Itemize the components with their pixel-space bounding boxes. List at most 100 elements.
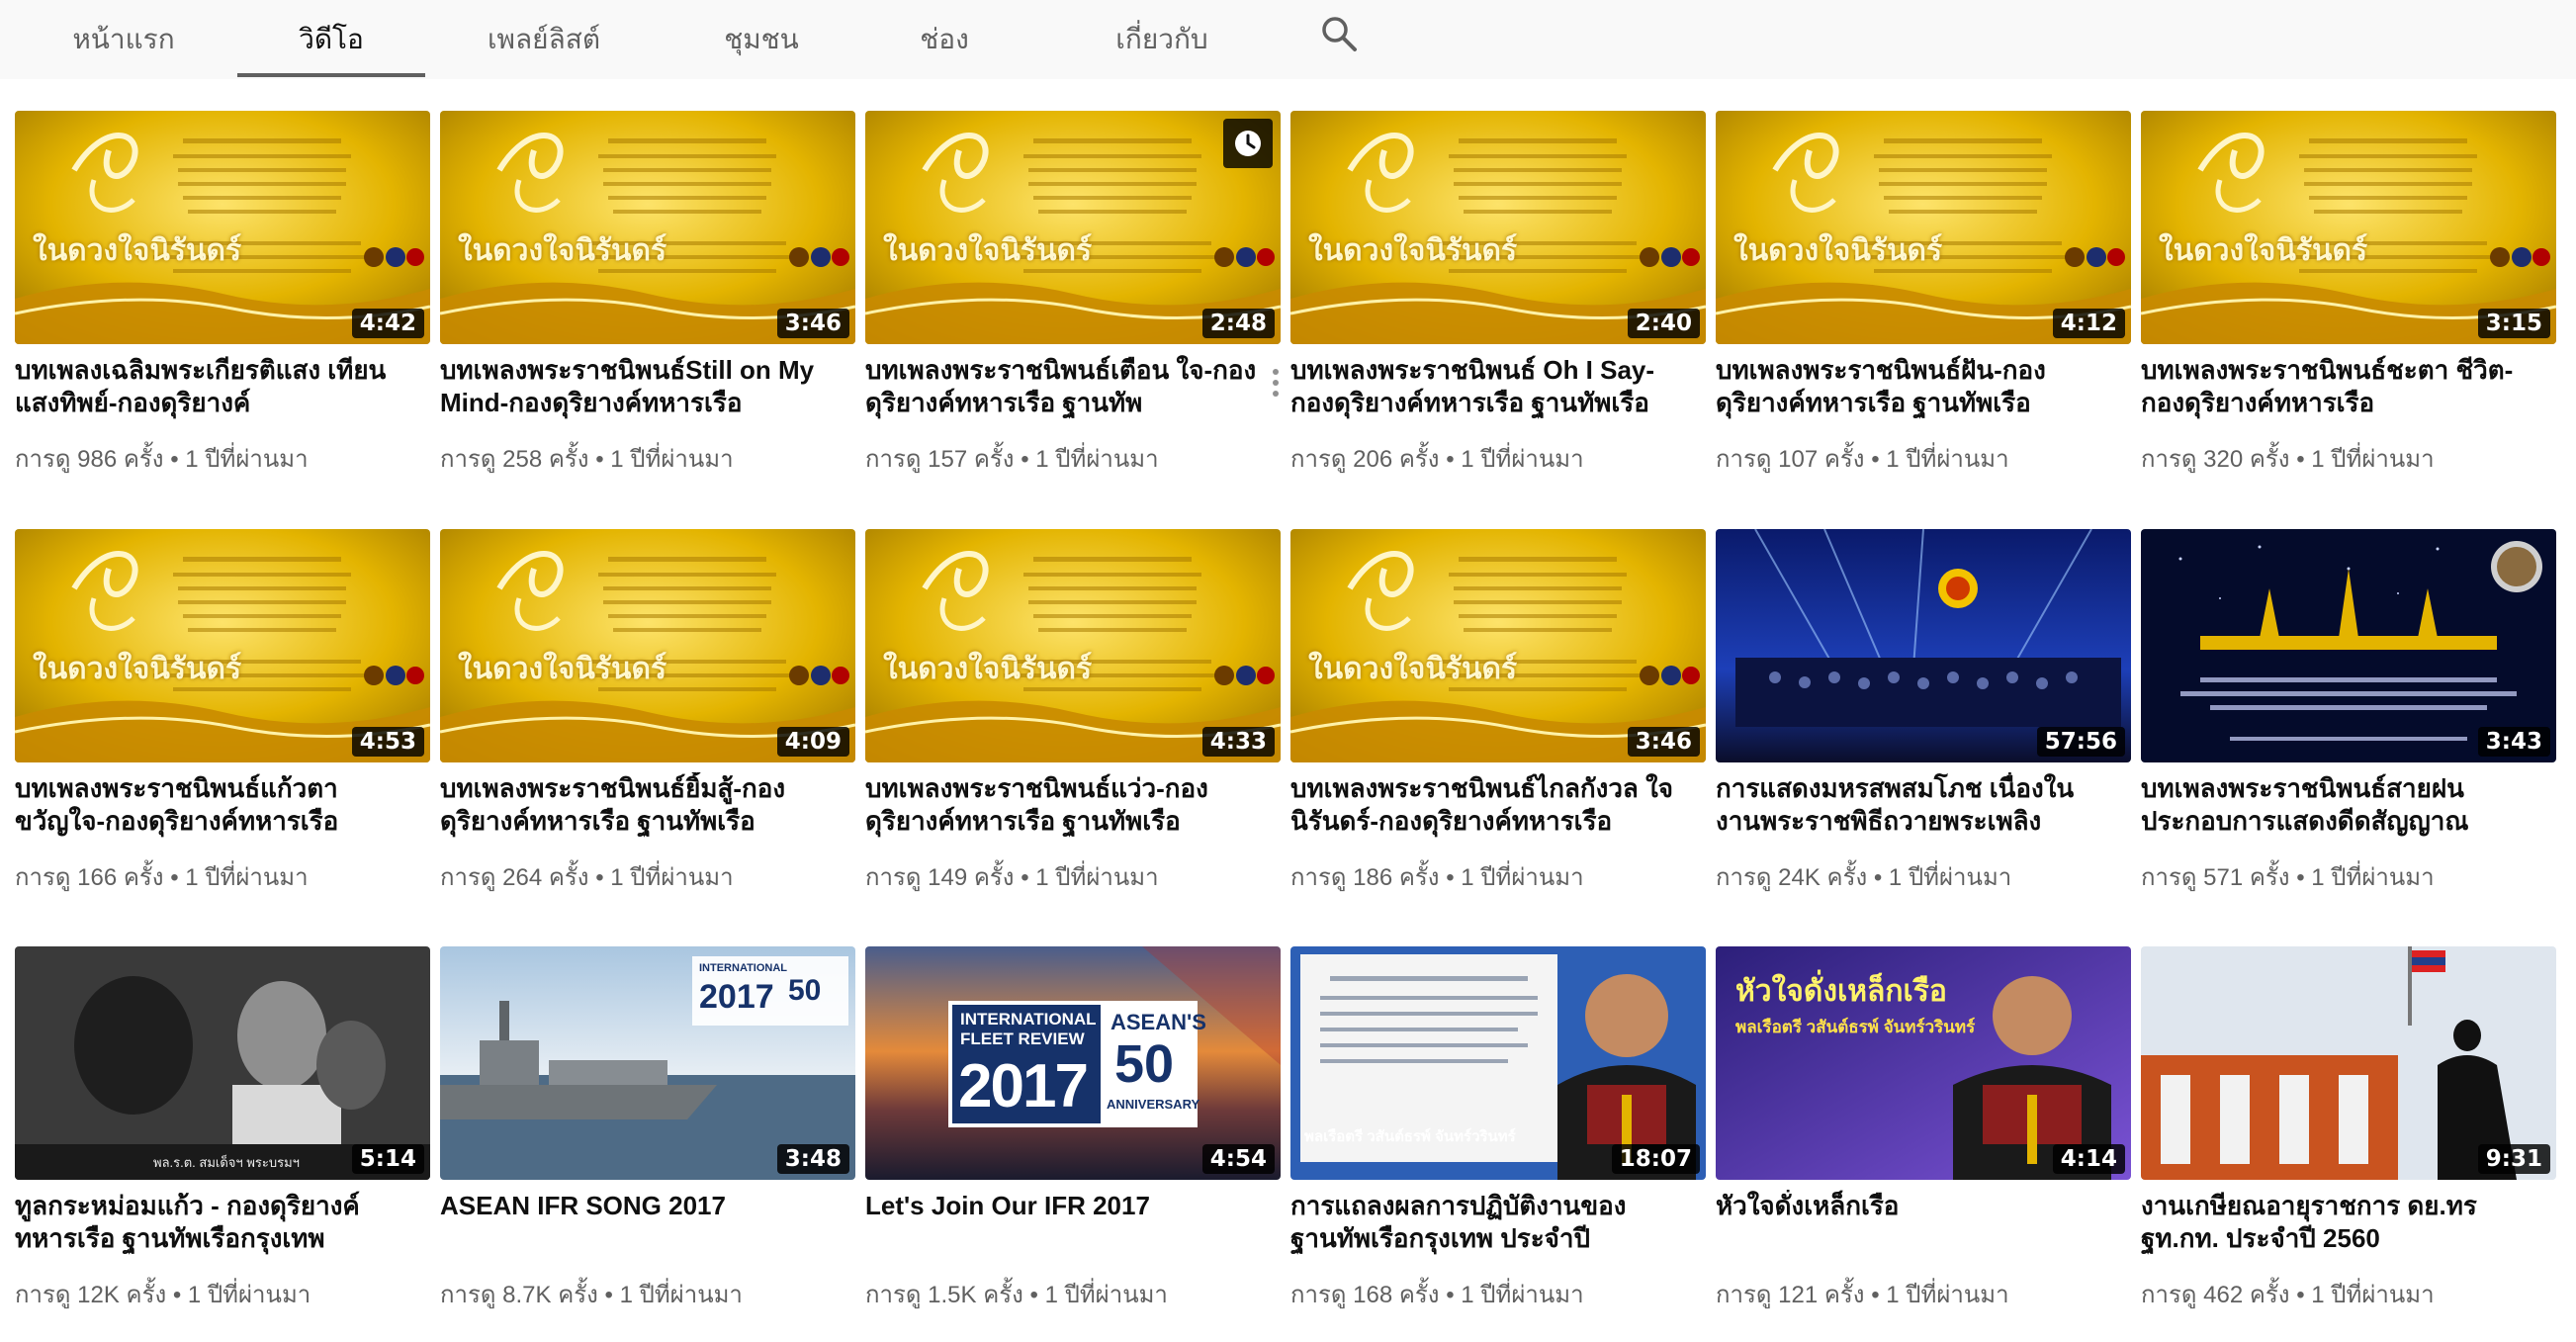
video-thumbnail[interactable]: 3:43: [2141, 529, 2556, 762]
tab-channels[interactable]: ช่อง: [895, 0, 994, 79]
clock-icon[interactable]: [1223, 119, 1273, 168]
video-thumbnail[interactable]: INTERNATIONAL 2017 50 3:48: [440, 946, 855, 1180]
duration-badge: 3:48: [776, 1144, 849, 1174]
thumbnail-caption: ANNIVERSARY: [1107, 1097, 1200, 1112]
thumbnail-caption: ในดวงใจนิรันดร์: [1733, 234, 1943, 267]
video-meta: การดู 1.5K ครั้ง • 1 ปีที่ผ่านมา: [865, 1282, 1168, 1308]
video-meta: การดู 264 ครั้ง • 1 ปีที่ผ่านมา: [440, 864, 734, 891]
video-thumbnail[interactable]: 9:31: [2141, 946, 2556, 1180]
thumbnail-caption: INTERNATIONAL: [960, 1010, 1097, 1029]
video-card[interactable]: ในดวงใจนิรันดร์ 3:46 บทเพลงพระราชนิพนธ์Sti…: [440, 111, 855, 506]
duration-badge: 3:46: [1627, 727, 1700, 757]
video-thumbnail[interactable]: ในดวงใจนิรันดร์ 3:46: [1290, 529, 1706, 762]
thumbnail-caption: ในดวงใจนิรันดร์: [458, 653, 667, 685]
video-thumbnail[interactable]: ในดวงใจนิรันดร์ 2:40: [1290, 111, 1706, 344]
video-thumbnail[interactable]: ในดวงใจนิรันดร์ 4:33: [865, 529, 1281, 762]
video-meta: การดู 157 ครั้ง • 1 ปีที่ผ่านมา: [865, 446, 1159, 473]
video-meta: การดู 166 ครั้ง • 1 ปีที่ผ่านมา: [15, 864, 309, 891]
duration-badge: 4:09: [776, 727, 849, 757]
video-meta: การดู 12K ครั้ง • 1 ปีที่ผ่านมา: [15, 1282, 311, 1308]
duration-badge: 4:33: [1201, 727, 1275, 757]
video-meta: การดู 986 ครั้ง • 1 ปีที่ผ่านมา: [15, 446, 309, 473]
video-thumbnail[interactable]: ในดวงใจนิรันดร์ 3:46: [440, 111, 855, 344]
video-title[interactable]: บทเพลงพระราชนิพนธ์เตือน ใจ-กองดุริยางค์ท…: [865, 354, 1271, 419]
video-meta: การดู 320 ครั้ง • 1 ปีที่ผ่านมา: [2141, 446, 2435, 473]
video-card[interactable]: ในดวงใจนิรันดร์ 3:46 บทเพลงพระราชนิพนธ์ไกล…: [1290, 529, 1706, 925]
video-card[interactable]: INTERNATIONAL 2017 50 3:48 ASEAN IFR SONG 20…: [440, 946, 855, 1342]
tab-home[interactable]: หน้าแรก: [49, 0, 198, 79]
video-title[interactable]: บทเพลงพระราชนิพนธ์ไกลกังวล ใจ นิรันดร์-ก…: [1290, 772, 1696, 838]
video-card[interactable]: พล.ร.ต. สมเด็จฯ พระบรมฯ 5:14 ทูลกระหม่อมแก…: [15, 946, 430, 1342]
video-title[interactable]: บทเพลงพระราชนิพนธ์แก้วตา ขวัญใจ-กองดุริย…: [15, 772, 420, 838]
video-card[interactable]: ในดวงใจนิรันดร์ 4:42 บทเพลงเฉลิมพระเกียรติ…: [15, 111, 430, 506]
duration-badge: 5:14: [351, 1144, 424, 1174]
video-title[interactable]: Let's Join Our IFR 2017: [865, 1190, 1271, 1222]
thumbnail-caption: หัวใจดั่งเหล็กเรือ: [1735, 975, 1947, 1008]
tab-videos[interactable]: วิดีโอ: [237, 0, 425, 79]
video-card[interactable]: ในดวงใจนิรันดร์ 2:40 บทเพลงพระราชนิพนธ์ Oh…: [1290, 111, 1706, 506]
video-card[interactable]: ในดวงใจนิรันดร์ 4:09 บทเพลงพระราชนิพนธ์ยิ้…: [440, 529, 855, 925]
video-card[interactable]: พลเรือตรี วสันต์ธรพ์ จันทร์วรินทร์ 18:07 ก…: [1290, 946, 1706, 1342]
video-card[interactable]: ในดวงใจนิรันดร์ 4:33 บทเพลงพระราชนิพนธ์แว่…: [865, 529, 1281, 925]
duration-badge: 3:15: [2477, 309, 2550, 338]
video-card[interactable]: หัวใจดั่งเหล็กเรือพลเรือตรี วสันต์ธรพ์ จ…: [1716, 946, 2131, 1342]
duration-badge: 3:46: [776, 309, 849, 338]
video-thumbnail[interactable]: ในดวงใจนิรันดร์ 4:09: [440, 529, 855, 762]
video-title[interactable]: ทูลกระหม่อมแก้ว - กองดุริยางค์ ทหารเรือ …: [15, 1190, 420, 1255]
thumbnail-caption: ในดวงใจนิรันดร์: [1308, 653, 1518, 685]
video-thumbnail[interactable]: ในดวงใจนิรันดร์ 4:12: [1716, 111, 2131, 344]
video-thumbnail[interactable]: ในดวงใจนิรันดร์ 4:42: [15, 111, 430, 344]
video-card[interactable]: ในดวงใจนิรันดร์ 2:48 บทเพลงพระราชนิพนธ์เตื…: [865, 111, 1281, 506]
video-meta: การดู 258 ครั้ง • 1 ปีที่ผ่านมา: [440, 446, 734, 473]
thumbnail-caption: 50: [788, 974, 822, 1007]
video-thumbnail[interactable]: INTERNATIONAL FLEET REVIEW 2017 ASEAN'S 50 AN…: [865, 946, 1281, 1180]
video-meta: การดู 462 ครั้ง • 1 ปีที่ผ่านมา: [2141, 1282, 2435, 1308]
video-thumbnail[interactable]: พล.ร.ต. สมเด็จฯ พระบรมฯ 5:14: [15, 946, 430, 1180]
video-meta: การดู 121 ครั้ง • 1 ปีที่ผ่านมา: [1716, 1282, 2009, 1308]
video-card[interactable]: 9:31 งานเกษียณอายุราชการ ดย.ทร ฐท.กท. ประ…: [2141, 946, 2556, 1342]
tab-about[interactable]: เกี่ยวกับ: [1078, 0, 1246, 79]
video-title[interactable]: บทเพลงพระราชนิพนธ์ฝัน-กอง ดุริยางค์ทหารเ…: [1716, 354, 2121, 419]
video-title[interactable]: ASEAN IFR SONG 2017: [440, 1190, 845, 1222]
thumbnail-caption: FLEET REVIEW: [960, 1029, 1085, 1048]
duration-badge: 4:54: [1201, 1144, 1275, 1174]
thumbnail-caption: 2017: [958, 1052, 1089, 1120]
video-thumbnail[interactable]: ในดวงใจนิรันดร์ 2:48: [865, 111, 1281, 344]
tab-community[interactable]: ชุมชน: [702, 0, 821, 79]
video-card[interactable]: INTERNATIONAL FLEET REVIEW 2017 ASEAN'S 50 AN…: [865, 946, 1281, 1342]
thumbnail-caption: 50: [1114, 1034, 1175, 1094]
video-card[interactable]: 3:43 บทเพลงพระราชนิพนธ์สายฝน ประกอบการแสด…: [2141, 529, 2556, 925]
video-title[interactable]: บทเพลงเฉลิมพระเกียรติแสง เทียนแสงทิพย์-ก…: [15, 354, 420, 419]
video-card[interactable]: ในดวงใจนิรันดร์ 3:15 บทเพลงพระราชนิพนธ์ชะต…: [2141, 111, 2556, 506]
thumbnail-caption: INTERNATIONAL: [699, 962, 788, 974]
thumbnail-caption: พลเรือตรี วสันต์ธรพ์ จันทร์วรินทร์: [1735, 1018, 1976, 1036]
thumbnail-caption: ในดวงใจนิรันดร์: [883, 234, 1093, 267]
video-title[interactable]: การแถลงผลการปฏิบัติงานของ ฐานทัพเรือกรุง…: [1290, 1190, 1696, 1255]
tab-playlists[interactable]: เพลย์ลิสต์: [465, 0, 623, 79]
video-thumbnail[interactable]: 57:56: [1716, 529, 2131, 762]
video-thumbnail[interactable]: ในดวงใจนิรันดร์ 3:15: [2141, 111, 2556, 344]
thumbnail-caption: ในดวงใจนิรันดร์: [883, 653, 1093, 685]
video-title[interactable]: การแสดงมหรสพสมโภช เนื่องใน งานพระราชพิธี…: [1716, 772, 2121, 838]
video-card[interactable]: 57:56 การแสดงมหรสพสมโภช เนื่องใน งานพระรา…: [1716, 529, 2131, 925]
video-thumbnail[interactable]: หัวใจดั่งเหล็กเรือพลเรือตรี วสันต์ธรพ์ จ…: [1716, 946, 2131, 1180]
video-meta: การดู 149 ครั้ง • 1 ปีที่ผ่านมา: [865, 864, 1159, 891]
thumbnail-caption: ในดวงใจนิรันดร์: [33, 653, 242, 685]
video-meta: การดู 186 ครั้ง • 1 ปีที่ผ่านมา: [1290, 864, 1584, 891]
video-thumbnail[interactable]: ในดวงใจนิรันดร์ 4:53: [15, 529, 430, 762]
video-title[interactable]: หัวใจดั่งเหล็กเรือ: [1716, 1190, 2121, 1222]
video-title[interactable]: บทเพลงพระราชนิพนธ์สายฝน ประกอบการแสดงดีด…: [2141, 772, 2546, 838]
video-title[interactable]: บทเพลงพระราชนิพนธ์Still on My Mind-กองดุ…: [440, 354, 845, 419]
search-icon[interactable]: [1317, 12, 1361, 55]
video-card[interactable]: ในดวงใจนิรันดร์ 4:53 บทเพลงพระราชนิพนธ์แก้…: [15, 529, 430, 925]
video-meta: การดู 571 ครั้ง • 1 ปีที่ผ่านมา: [2141, 864, 2435, 891]
video-title[interactable]: งานเกษียณอายุราชการ ดย.ทร ฐท.กท. ประจำปี…: [2141, 1190, 2546, 1255]
duration-badge: 9:31: [2477, 1144, 2550, 1174]
video-thumbnail[interactable]: พลเรือตรี วสันต์ธรพ์ จันทร์วรินทร์ 18:07: [1290, 946, 1706, 1180]
thumbnail-caption: ในดวงใจนิรันดร์: [1308, 234, 1518, 267]
video-title[interactable]: บทเพลงพระราชนิพนธ์ชะตา ชีวิต-กองดุริยางค…: [2141, 354, 2546, 419]
video-title[interactable]: บทเพลงพระราชนิพนธ์แว่ว-กอง ดุริยางค์ทหาร…: [865, 772, 1271, 838]
video-card[interactable]: ในดวงใจนิรันดร์ 4:12 บทเพลงพระราชนิพนธ์ฝัน…: [1716, 111, 2131, 506]
video-title[interactable]: บทเพลงพระราชนิพนธ์ Oh I Say-กองดุริยางค์…: [1290, 354, 1696, 419]
video-title[interactable]: บทเพลงพระราชนิพนธ์ยิ้มสู้-กอง ดุริยางค์ท…: [440, 772, 845, 838]
